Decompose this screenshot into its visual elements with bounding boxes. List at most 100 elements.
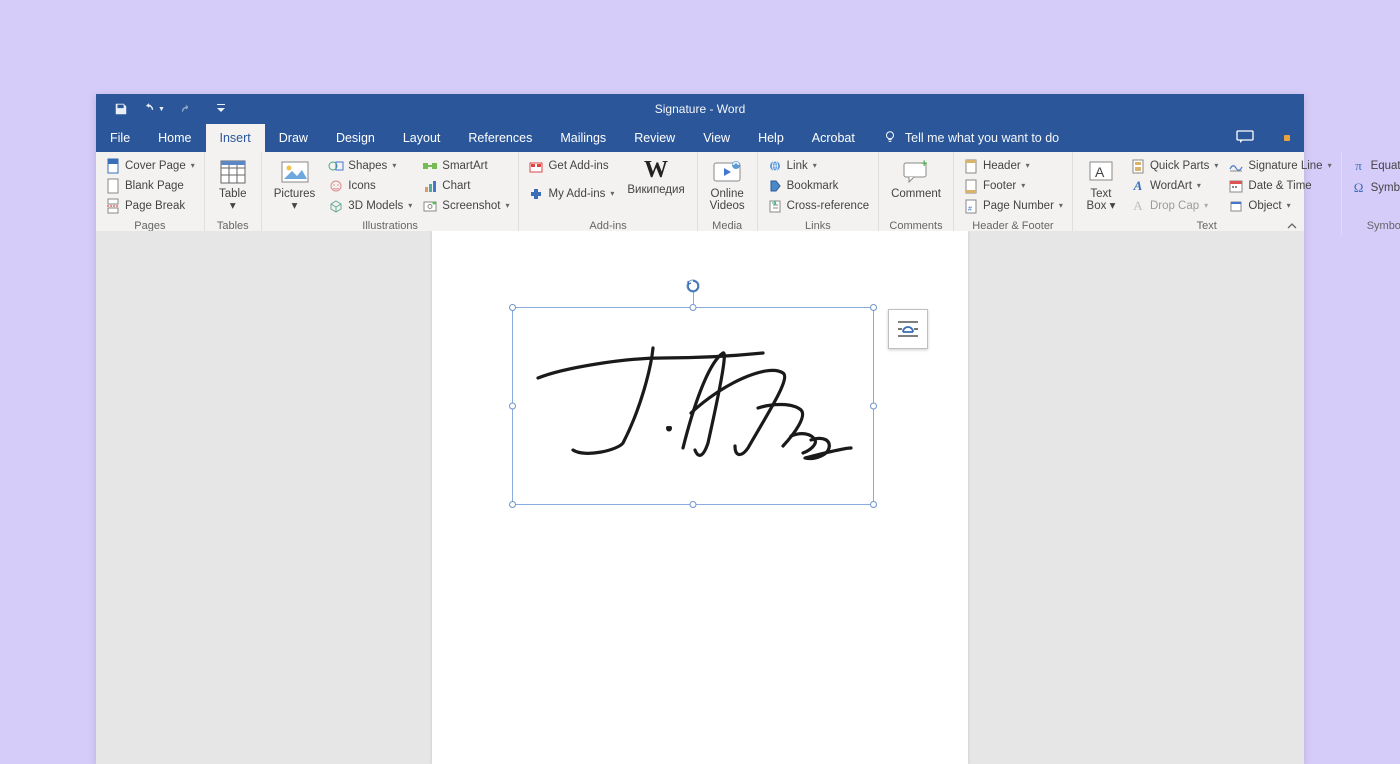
label: Header [983, 158, 1021, 174]
label: Pictures [274, 188, 316, 200]
shapes-button[interactable]: Shapes▾ [325, 156, 415, 176]
chart-button[interactable]: Chart [419, 176, 512, 196]
selected-image[interactable] [512, 307, 874, 505]
date-time-button[interactable]: Date & Time [1225, 176, 1334, 196]
label: Symbol [1371, 180, 1400, 196]
ribbon: Cover Page▾ Blank Page Page Break Pages [96, 152, 1304, 236]
group-header-footer: Header▾ Footer▾ # Page Number▾ Header & … [954, 152, 1073, 235]
label: Chart [442, 178, 470, 194]
undo-icon[interactable]: ▼ [142, 102, 165, 116]
tell-me-search[interactable]: Tell me what you want to do [883, 124, 1059, 152]
resize-handle-tl[interactable] [509, 304, 516, 311]
resize-handle-l[interactable] [509, 403, 516, 410]
layout-options-button[interactable] [888, 309, 928, 349]
pending-dot-icon[interactable] [1284, 135, 1290, 141]
get-addins-button[interactable]: Get Add-ins [525, 156, 617, 176]
tab-view[interactable]: View [689, 124, 744, 152]
page-break-icon [105, 198, 121, 214]
resize-handle-b[interactable] [690, 501, 697, 508]
tab-mailings[interactable]: Mailings [546, 124, 620, 152]
online-videos-button[interactable]: OnlineVideos [704, 156, 751, 214]
comment-button[interactable]: + Comment [885, 156, 947, 202]
screenshot-button[interactable]: Screenshot▾ [419, 196, 512, 216]
label: Signature Line [1248, 158, 1322, 174]
comments-pane-icon[interactable] [1236, 130, 1254, 147]
symbol-button[interactable]: Ω Symbol▾ [1348, 178, 1400, 198]
label: Online [711, 188, 744, 200]
wikipedia-button[interactable]: W Википедия [621, 156, 690, 198]
svg-text:+: + [921, 159, 927, 170]
my-addins-icon [528, 186, 544, 202]
tab-draw[interactable]: Draw [265, 124, 322, 152]
redo-icon[interactable] [179, 102, 193, 116]
cross-reference-button[interactable]: Cross-reference [764, 196, 872, 216]
group-links: Link▾ Bookmark Cross-reference Links [758, 152, 879, 235]
link-button[interactable]: Link▾ [764, 156, 872, 176]
header-button[interactable]: Header▾ [960, 156, 1066, 176]
wordart-icon: A [1130, 178, 1146, 194]
cover-page-button[interactable]: Cover Page▾ [102, 156, 198, 176]
save-icon[interactable] [114, 102, 128, 116]
table-button[interactable]: Table▾ [211, 156, 255, 214]
label: Shapes [348, 158, 387, 174]
tab-label: Acrobat [812, 131, 855, 145]
tab-label: Insert [220, 131, 251, 145]
bookmark-button[interactable]: Bookmark [764, 176, 872, 196]
text-box-button[interactable]: A TextBox ▾ [1079, 156, 1123, 214]
label: Text [1090, 188, 1111, 200]
my-addins-button[interactable]: My Add-ins▾ [525, 184, 617, 204]
tab-review[interactable]: Review [620, 124, 689, 152]
group-pages: Cover Page▾ Blank Page Page Break Pages [96, 152, 205, 235]
smartart-button[interactable]: SmartArt [419, 156, 512, 176]
label: WordArt [1150, 178, 1192, 194]
label: Screenshot [442, 198, 500, 214]
label: 3D Models [348, 198, 403, 214]
tell-me-label: Tell me what you want to do [905, 131, 1059, 145]
equation-icon: π [1351, 158, 1367, 174]
word-window: ▼ Signature - Word File Home Insert Draw… [96, 94, 1304, 764]
resize-handle-bl[interactable] [509, 501, 516, 508]
page-number-button[interactable]: # Page Number▾ [960, 196, 1066, 216]
drop-cap-button[interactable]: A Drop Cap▾ [1127, 196, 1221, 216]
resize-handle-tr[interactable] [870, 304, 877, 311]
3d-models-button[interactable]: 3D Models▾ [325, 196, 415, 216]
3d-models-icon [328, 198, 344, 214]
resize-handle-t[interactable] [690, 304, 697, 311]
tab-insert[interactable]: Insert [206, 124, 265, 152]
quick-parts-button[interactable]: Quick Parts▾ [1127, 156, 1221, 176]
tab-label: Home [158, 131, 191, 145]
document-area [96, 231, 1304, 764]
tab-file[interactable]: File [96, 124, 144, 152]
icons-button[interactable]: Icons [325, 176, 415, 196]
rotate-handle[interactable] [685, 278, 701, 299]
page-number-icon: # [963, 198, 979, 214]
chart-icon [422, 178, 438, 194]
signature-line-button[interactable]: Signature Line▾ [1225, 156, 1334, 176]
tab-home[interactable]: Home [144, 124, 205, 152]
window-title: Signature - Word [655, 102, 746, 116]
group-comments: + Comment Comments [879, 152, 954, 235]
footer-button[interactable]: Footer▾ [960, 176, 1066, 196]
object-button[interactable]: Object▾ [1225, 196, 1334, 216]
blank-page-button[interactable]: Blank Page [102, 176, 198, 196]
shapes-icon [328, 158, 344, 174]
tab-label: Design [336, 131, 375, 145]
cover-page-icon [105, 158, 121, 174]
wikipedia-icon: W [640, 158, 672, 182]
customize-qat-icon[interactable] [217, 104, 225, 114]
resize-handle-r[interactable] [870, 403, 877, 410]
tab-acrobat[interactable]: Acrobat [798, 124, 869, 152]
tab-design[interactable]: Design [322, 124, 389, 152]
tab-help[interactable]: Help [744, 124, 798, 152]
page-break-button[interactable]: Page Break [102, 196, 198, 216]
tab-layout[interactable]: Layout [389, 124, 455, 152]
document-page[interactable] [432, 231, 968, 764]
resize-handle-br[interactable] [870, 501, 877, 508]
store-icon [528, 158, 544, 174]
pictures-button[interactable]: Pictures▾ [268, 156, 322, 214]
header-icon [963, 158, 979, 174]
wordart-button[interactable]: A WordArt▾ [1127, 176, 1221, 196]
equation-button[interactable]: π Equation▾ [1348, 156, 1400, 176]
tab-references[interactable]: References [454, 124, 546, 152]
smartart-icon [422, 158, 438, 174]
